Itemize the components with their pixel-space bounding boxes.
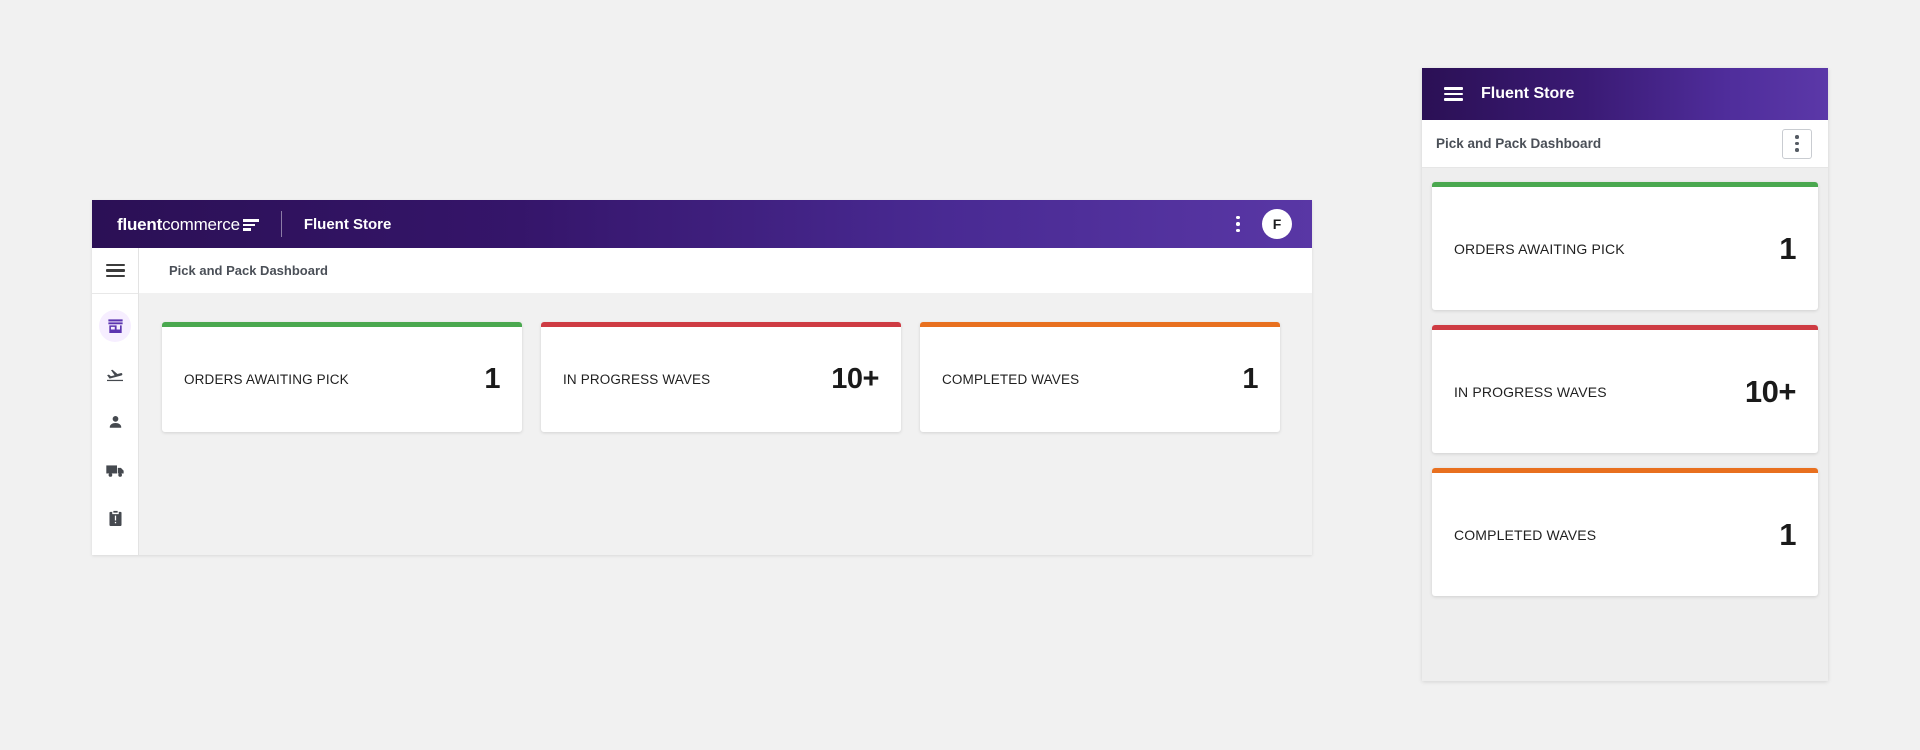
person-icon bbox=[106, 413, 125, 432]
stat-card-body: ORDERS AWAITING PICK 1 bbox=[162, 327, 522, 432]
breadcrumb: Pick and Pack Dashboard bbox=[169, 263, 328, 278]
appbar-divider bbox=[280, 211, 282, 237]
sidebar-item-customers[interactable] bbox=[99, 406, 131, 438]
desktop-stat-cards: ORDERS AWAITING PICK 1 IN PROGRESS WAVES… bbox=[139, 293, 1312, 555]
sidebar-rail bbox=[92, 248, 139, 555]
mobile-sub-bar: Pick and Pack Dashboard bbox=[1422, 120, 1828, 168]
stat-card-value: 1 bbox=[1242, 363, 1258, 395]
sidebar-item-shipments[interactable] bbox=[99, 454, 131, 486]
sidebar-item-tasks[interactable] bbox=[99, 502, 131, 534]
avatar[interactable]: F bbox=[1262, 209, 1292, 239]
stat-card-value: 1 bbox=[1779, 516, 1796, 552]
desktop-app-window: fluentcommerce Fluent Store F Pick and P… bbox=[92, 200, 1312, 555]
desktop-body: Pick and Pack Dashboard ORDERS AWAITING … bbox=[92, 248, 1312, 555]
store-icon bbox=[106, 317, 125, 336]
fluentcommerce-logo[interactable]: fluentcommerce bbox=[117, 216, 259, 233]
clipboard-alert-icon bbox=[106, 509, 125, 528]
plane-landing-icon bbox=[105, 364, 125, 384]
stat-card-label: ORDERS AWAITING PICK bbox=[184, 372, 349, 387]
mobile-app-panel: Fluent Store Pick and Pack Dashboard ORD… bbox=[1422, 68, 1828, 681]
stat-card-orders-awaiting-pick[interactable]: ORDERS AWAITING PICK 1 bbox=[1432, 182, 1818, 310]
breadcrumb-bar: Pick and Pack Dashboard bbox=[139, 248, 1312, 293]
appbar-store-title: Fluent Store bbox=[303, 215, 392, 233]
desktop-content: Pick and Pack Dashboard ORDERS AWAITING … bbox=[139, 248, 1312, 555]
stat-card-value: 10+ bbox=[1744, 373, 1797, 409]
hamburger-icon[interactable] bbox=[1444, 87, 1463, 101]
kebab-menu-icon bbox=[1787, 132, 1807, 156]
stat-card-completed-waves[interactable]: COMPLETED WAVES 1 bbox=[920, 322, 1280, 432]
appbar-actions: F bbox=[1228, 209, 1292, 239]
stat-card-label: COMPLETED WAVES bbox=[942, 372, 1080, 387]
mobile-page-title: Pick and Pack Dashboard bbox=[1436, 136, 1602, 151]
stat-card-value: 1 bbox=[1779, 230, 1796, 266]
desktop-app-bar: fluentcommerce Fluent Store F bbox=[92, 200, 1312, 248]
stat-card-completed-waves[interactable]: COMPLETED WAVES 1 bbox=[1432, 468, 1818, 596]
stat-card-label: COMPLETED WAVES bbox=[1454, 526, 1597, 543]
stat-card-label: IN PROGRESS WAVES bbox=[563, 372, 711, 387]
stat-card-in-progress-waves[interactable]: IN PROGRESS WAVES 10+ bbox=[1432, 325, 1818, 453]
stat-card-value: 1 bbox=[484, 363, 500, 395]
hamburger-icon[interactable] bbox=[105, 263, 125, 278]
mobile-overflow-button[interactable] bbox=[1782, 128, 1812, 159]
sidebar-icon-list bbox=[99, 294, 131, 534]
sidebar-item-inbound[interactable] bbox=[99, 358, 131, 390]
mobile-appbar-title: Fluent Store bbox=[1481, 85, 1575, 102]
stat-card-body: ORDERS AWAITING PICK 1 bbox=[1432, 187, 1818, 310]
three-bar-mark-icon bbox=[242, 219, 259, 231]
stat-card-orders-awaiting-pick[interactable]: ORDERS AWAITING PICK 1 bbox=[162, 322, 522, 432]
stat-card-body: COMPLETED WAVES 1 bbox=[920, 327, 1280, 432]
stat-card-value: 10+ bbox=[831, 363, 879, 395]
logo-text-light: commerce bbox=[162, 214, 240, 234]
stat-card-body: COMPLETED WAVES 1 bbox=[1432, 473, 1818, 596]
stat-card-label: IN PROGRESS WAVES bbox=[1454, 383, 1607, 400]
sidebar-item-store[interactable] bbox=[99, 310, 131, 342]
sidebar-menu-row bbox=[92, 248, 138, 294]
logo-text-bold: fluent bbox=[117, 214, 163, 234]
logo-wordmark: fluentcommerce bbox=[117, 216, 240, 233]
kebab-menu-icon[interactable] bbox=[1228, 212, 1248, 236]
stat-card-in-progress-waves[interactable]: IN PROGRESS WAVES 10+ bbox=[541, 322, 901, 432]
mobile-app-bar: Fluent Store bbox=[1422, 68, 1828, 120]
stat-card-body: IN PROGRESS WAVES 10+ bbox=[541, 327, 901, 432]
mobile-stat-cards: ORDERS AWAITING PICK 1 IN PROGRESS WAVES… bbox=[1422, 168, 1828, 681]
truck-icon bbox=[105, 460, 126, 481]
stat-card-label: ORDERS AWAITING PICK bbox=[1454, 240, 1625, 257]
stat-card-body: IN PROGRESS WAVES 10+ bbox=[1432, 330, 1818, 453]
